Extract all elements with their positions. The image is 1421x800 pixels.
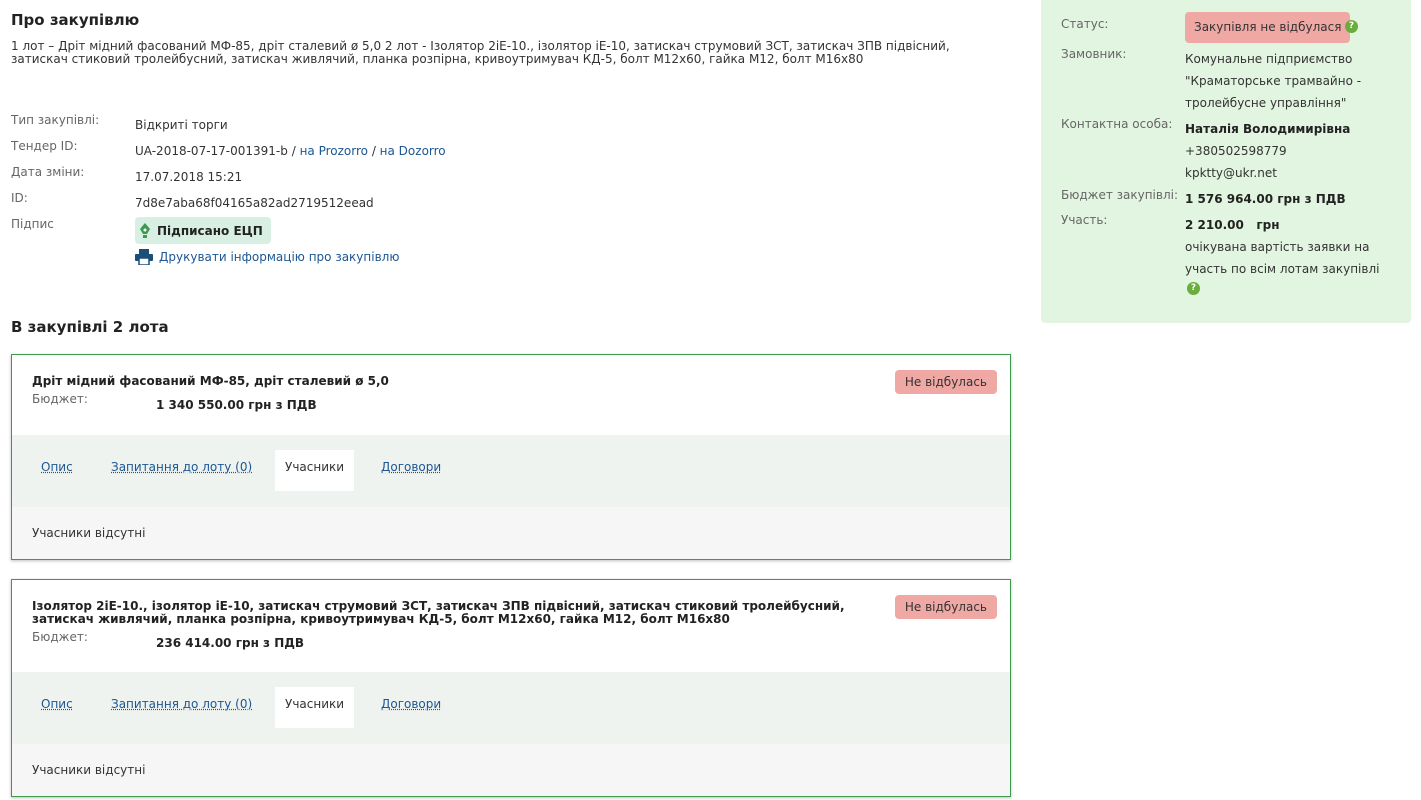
- tab-questions[interactable]: Запитання до лоту (0): [111, 450, 252, 491]
- page-title: Про закупівлю: [11, 11, 140, 29]
- lot-header: Ізолятор 2іЕ-10., ізолятор іЕ-10, затиск…: [12, 580, 1010, 672]
- id-value: 7d8e7aba68f04165a82ad2719512eead: [135, 196, 374, 210]
- info-row-tender: Тендер ID: UA-2018-07-17-001391-b / на P…: [11, 139, 711, 165]
- lot-card: Дріт мідний фасований МФ-85, дріт сталев…: [11, 354, 1011, 560]
- info-row-type: Тип закупівлі: Відкриті торги: [11, 113, 711, 139]
- signed-badge: Підписано ЕЦП: [135, 217, 271, 244]
- lot-title: Ізолятор 2іЕ-10., ізолятор іЕ-10, затиск…: [32, 600, 845, 626]
- info-row-id: ID: 7d8e7aba68f04165a82ad2719512eead: [11, 191, 711, 217]
- lot-budget-value: 236 414.00 грн з ПДВ: [156, 636, 305, 650]
- type-label: Тип закупівлі:: [11, 113, 100, 127]
- status-label: Статус:: [1061, 17, 1109, 31]
- lots-title: В закупівлі 2 лота: [11, 318, 169, 336]
- sign-label: Підпис: [11, 217, 54, 231]
- tender-summary-panel: Статус: Закупівля не відбулася ? Замовни…: [1041, 0, 1411, 323]
- participation-value: 2 210.00 грн: [1185, 218, 1280, 232]
- customer-link-line1[interactable]: Комунальне підприємство: [1185, 48, 1352, 70]
- print-info-link[interactable]: Друкувати інформацію про закупівлю: [135, 249, 399, 265]
- tender-value: UA-2018-07-17-001391-b / на Prozorro / н…: [135, 144, 446, 158]
- tab-description[interactable]: Опис: [41, 687, 73, 728]
- tender-status-badge: Закупівля не відбулася: [1185, 12, 1351, 43]
- contact-phone: +380502598779: [1185, 144, 1287, 158]
- lot-tab-content: Учасники відсутні: [12, 507, 1010, 559]
- lot-budget-label: Бюджет:: [32, 392, 88, 406]
- customer-link-line3[interactable]: тролейбусне управління": [1185, 92, 1346, 114]
- lot-budget-label: Бюджет:: [32, 630, 88, 644]
- contact-name: Наталія Володимирівна: [1185, 122, 1351, 136]
- printer-icon: [135, 249, 153, 265]
- contact-email: kpktty@ukr.net: [1185, 166, 1277, 180]
- lot-status-badge: Не відбулась: [894, 595, 997, 619]
- lot-header: Дріт мідний фасований МФ-85, дріт сталев…: [12, 355, 1010, 435]
- tab-contracts[interactable]: Договори: [381, 687, 441, 728]
- date-value: 17.07.2018 15:21: [135, 170, 243, 184]
- id-label: ID:: [11, 191, 28, 205]
- tender-description: 1 лот – Дріт мідний фасований МФ-85, дрі…: [11, 39, 950, 66]
- budget-value: 1 576 964.00 грн з ПДВ: [1185, 192, 1346, 206]
- dozorro-link[interactable]: на Dozorro: [380, 144, 446, 158]
- print-info-label[interactable]: Друкувати інформацію про закупівлю: [159, 250, 399, 264]
- customer-link-line2[interactable]: "Краматорське трамвайно -: [1185, 70, 1361, 92]
- lot-status-badge: Не відбулась: [894, 370, 997, 394]
- lot-title: Дріт мідний фасований МФ-85, дріт сталев…: [32, 375, 389, 388]
- participation-label: Участь:: [1061, 213, 1108, 227]
- tab-participants[interactable]: Учасники: [275, 450, 355, 491]
- tender-label: Тендер ID:: [11, 139, 78, 153]
- participants-empty-text: Учасники відсутні: [32, 526, 146, 540]
- contact-label: Контактна особа:: [1061, 117, 1173, 131]
- lot-budget-value: 1 340 550.00 грн з ПДВ: [156, 398, 317, 412]
- type-value: Відкриті торги: [135, 118, 228, 132]
- tab-participants[interactable]: Учасники: [275, 687, 355, 728]
- tender-sep: /: [368, 144, 380, 158]
- tender-sep: /: [287, 144, 300, 158]
- info-row-date: Дата зміни: 17.07.2018 15:21: [11, 165, 711, 191]
- help-icon[interactable]: ?: [1187, 282, 1200, 295]
- date-label: Дата зміни:: [11, 165, 85, 179]
- budget-label: Бюджет закупівлі:: [1061, 188, 1179, 202]
- lot-tabs: Опис Запитання до лоту (0) Учасники Дого…: [12, 435, 1010, 507]
- participation-note-line1: очікувана вартість заявки на: [1185, 240, 1370, 254]
- tab-description[interactable]: Опис: [41, 450, 73, 491]
- tab-questions[interactable]: Запитання до лоту (0): [111, 687, 252, 728]
- lot-tab-content: Учасники відсутні: [12, 744, 1010, 796]
- pen-nib-icon: [140, 222, 150, 238]
- lot-card: Ізолятор 2іЕ-10., ізолятор іЕ-10, затиск…: [11, 579, 1011, 797]
- participation-note-line2: участь по всім лотам закупівлі: [1185, 262, 1380, 276]
- help-icon[interactable]: ?: [1345, 20, 1358, 33]
- lot-tabs: Опис Запитання до лоту (0) Учасники Дого…: [12, 672, 1010, 744]
- prozorro-link[interactable]: на Prozorro: [300, 144, 368, 158]
- info-row-sign: Підпис: [11, 217, 711, 243]
- tab-contracts[interactable]: Договори: [381, 450, 441, 491]
- signed-badge-label: Підписано ЕЦП: [157, 223, 263, 238]
- participants-empty-text: Учасники відсутні: [32, 763, 146, 777]
- customer-label: Замовник:: [1061, 47, 1127, 61]
- tender-id: UA-2018-07-17-001391-b: [135, 144, 288, 158]
